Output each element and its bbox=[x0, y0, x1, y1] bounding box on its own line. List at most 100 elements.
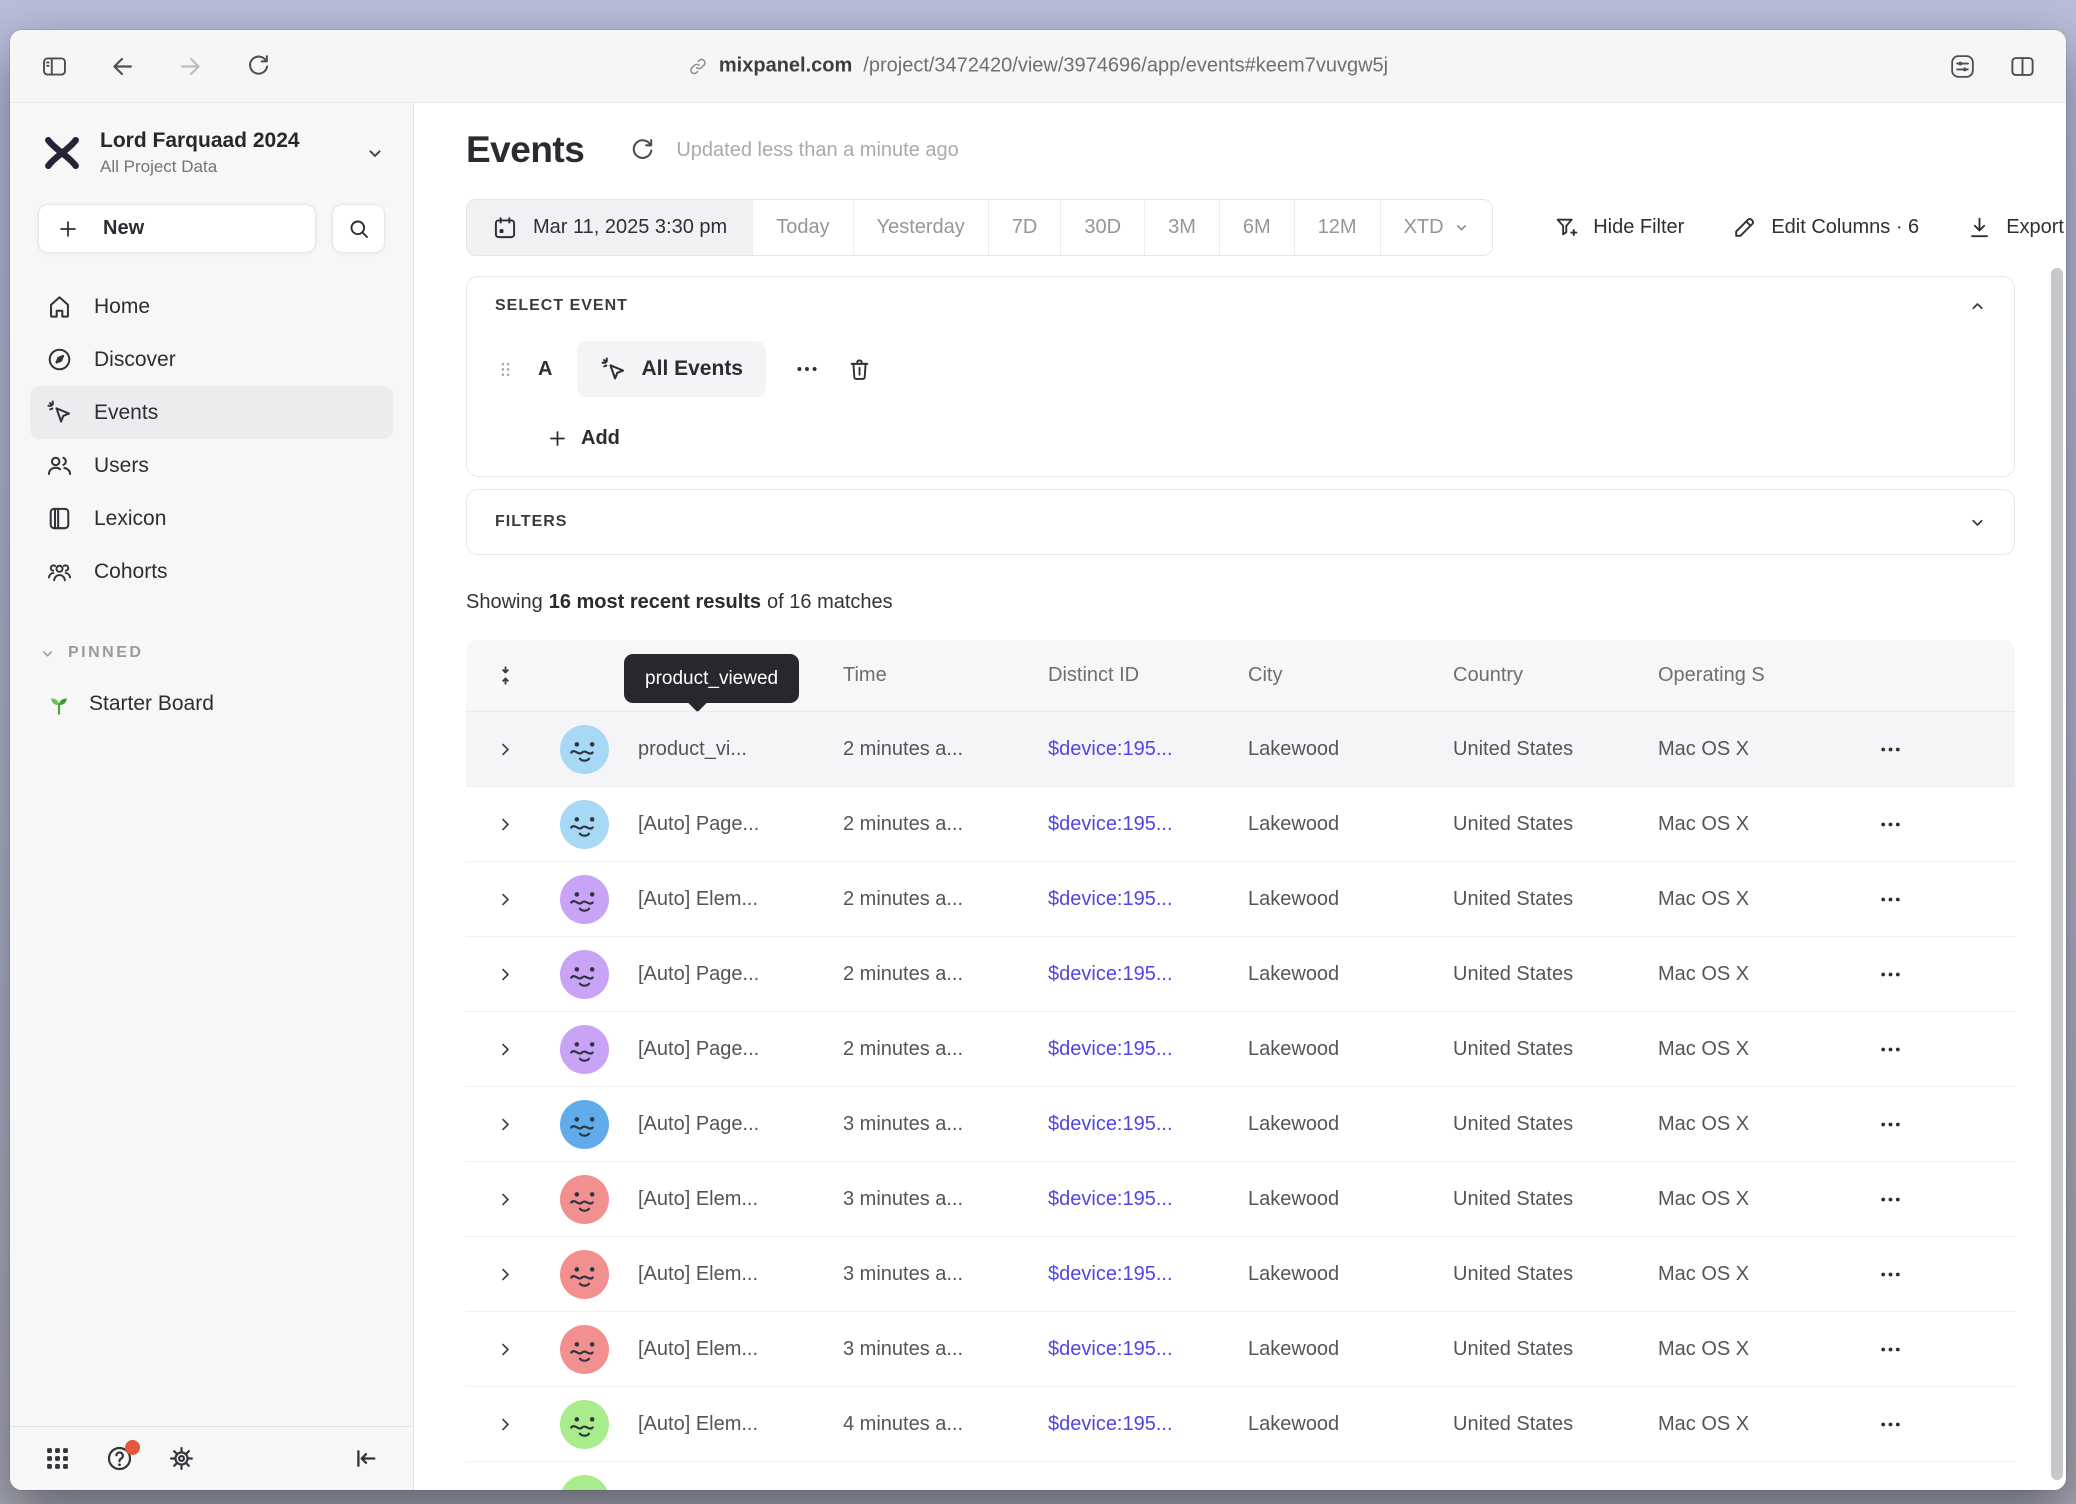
export-button[interactable]: Export bbox=[1967, 215, 2064, 240]
settings-button[interactable] bbox=[164, 1442, 198, 1476]
cell-distinct-id-link[interactable]: $device:195... bbox=[1034, 1413, 1234, 1436]
sidebar-toggle-button[interactable] bbox=[38, 50, 70, 82]
range-today[interactable]: Today bbox=[753, 200, 853, 255]
search-button[interactable] bbox=[332, 204, 385, 253]
table-row[interactable]: [Auto] Elem... 3 minutes a... $device:19… bbox=[466, 1312, 2015, 1387]
range-yesterday[interactable]: Yesterday bbox=[854, 200, 989, 255]
row-expander[interactable] bbox=[466, 816, 544, 833]
sidebar-item-starter-board[interactable]: Starter Board bbox=[30, 678, 393, 730]
cell-os: Mac OS X bbox=[1644, 1038, 1849, 1061]
column-header-os[interactable]: Operating S bbox=[1644, 664, 1849, 687]
row-more-button[interactable] bbox=[1875, 1034, 1905, 1064]
table-row[interactable]: [Auto] Page... 2 minutes a... $device:19… bbox=[466, 937, 2015, 1012]
hide-filter-button[interactable]: Hide Filter bbox=[1554, 215, 1684, 240]
row-expander[interactable] bbox=[466, 741, 544, 758]
drag-handle-icon[interactable] bbox=[495, 359, 516, 380]
row-expander[interactable] bbox=[466, 891, 544, 908]
event-delete-button[interactable] bbox=[844, 354, 874, 384]
row-more-button[interactable] bbox=[1875, 809, 1905, 839]
project-switcher[interactable]: Lord Farquaad 2024 All Project Data bbox=[10, 103, 413, 177]
row-expander[interactable] bbox=[466, 1041, 544, 1058]
row-expander[interactable] bbox=[466, 966, 544, 983]
column-header-country[interactable]: Country bbox=[1439, 664, 1644, 687]
row-more-button[interactable] bbox=[1875, 1184, 1905, 1214]
row-more-button[interactable] bbox=[1875, 884, 1905, 914]
row-more-button[interactable] bbox=[1875, 959, 1905, 989]
range-12m[interactable]: 12M bbox=[1295, 200, 1381, 255]
table-row[interactable]: [Auto] Elem... 4 minutes a... $device:19… bbox=[466, 1387, 2015, 1462]
range-xtd[interactable]: XTD bbox=[1381, 200, 1492, 255]
cell-distinct-id-link[interactable]: $device:195... bbox=[1034, 1188, 1234, 1211]
row-more-button[interactable] bbox=[1875, 1259, 1905, 1289]
range-7d[interactable]: 7D bbox=[989, 200, 1062, 255]
table-row[interactable] bbox=[466, 1462, 2015, 1490]
row-expander[interactable] bbox=[466, 1191, 544, 1208]
sidebar-item-events[interactable]: Events bbox=[30, 386, 393, 439]
row-more-button[interactable] bbox=[1875, 1409, 1905, 1439]
sidebar-item-users[interactable]: Users bbox=[30, 439, 393, 492]
plus-icon bbox=[57, 218, 79, 240]
table-row[interactable]: [Auto] Elem... 3 minutes a... $device:19… bbox=[466, 1162, 2015, 1237]
help-button[interactable] bbox=[102, 1442, 136, 1476]
cell-distinct-id-link[interactable]: $device:195... bbox=[1034, 888, 1234, 911]
table-row[interactable]: [Auto] Page... 3 minutes a... $device:19… bbox=[466, 1087, 2015, 1162]
collapse-rows-header[interactable] bbox=[466, 664, 544, 687]
add-event-button[interactable]: Add bbox=[547, 427, 620, 450]
event-more-button[interactable] bbox=[792, 354, 822, 384]
new-button[interactable]: New bbox=[38, 204, 316, 253]
select-event-header[interactable]: SELECT EVENT bbox=[495, 297, 1986, 315]
column-header-time[interactable]: Time bbox=[829, 664, 1034, 687]
cell-country: United States bbox=[1439, 1338, 1644, 1361]
apps-grid-button[interactable] bbox=[40, 1442, 74, 1476]
cell-distinct-id-link[interactable]: $device:195... bbox=[1034, 738, 1234, 761]
row-more-button[interactable] bbox=[1875, 1109, 1905, 1139]
table-row[interactable]: [Auto] Elem... 3 minutes a... $device:19… bbox=[466, 1237, 2015, 1312]
range-6m[interactable]: 6M bbox=[1220, 200, 1295, 255]
row-expander[interactable] bbox=[466, 1266, 544, 1283]
table-row[interactable]: [Auto] Page... 2 minutes a... $device:19… bbox=[466, 1012, 2015, 1087]
cell-distinct-id-link[interactable]: $device:195... bbox=[1034, 963, 1234, 986]
row-expander[interactable] bbox=[466, 1341, 544, 1358]
reload-button[interactable] bbox=[242, 50, 274, 82]
range-3m[interactable]: 3M bbox=[1145, 200, 1220, 255]
edit-columns-button[interactable]: Edit Columns · 6 bbox=[1732, 215, 1919, 240]
table-row[interactable]: product_vi... 2 minutes a... $device:195… bbox=[466, 712, 2015, 787]
split-view-button[interactable] bbox=[2006, 50, 2038, 82]
row-more-button[interactable] bbox=[1875, 1484, 1905, 1490]
cell-distinct-id-link[interactable]: $device:195... bbox=[1034, 1038, 1234, 1061]
filters-panel[interactable]: FILTERS bbox=[466, 489, 2015, 555]
back-button[interactable] bbox=[106, 50, 138, 82]
page-settings-button[interactable] bbox=[1946, 50, 1978, 82]
sidebar-item-lexicon[interactable]: Lexicon bbox=[30, 492, 393, 545]
vertical-scrollbar[interactable] bbox=[2051, 268, 2063, 1480]
search-icon bbox=[347, 217, 371, 241]
table-row[interactable]: [Auto] Elem... 2 minutes a... $device:19… bbox=[466, 862, 2015, 937]
table-row[interactable]: [Auto] Page... 2 minutes a... $device:19… bbox=[466, 787, 2015, 862]
cell-distinct-id-link[interactable]: $device:195... bbox=[1034, 1338, 1234, 1361]
sidebar-item-home[interactable]: Home bbox=[30, 280, 393, 333]
chevron-down-icon[interactable] bbox=[1969, 514, 1986, 531]
date-picker-segment[interactable]: Mar 11, 2025 3:30 pm bbox=[467, 200, 753, 255]
forward-button[interactable] bbox=[174, 50, 206, 82]
row-expander[interactable] bbox=[466, 1116, 544, 1133]
collapse-sidebar-button[interactable] bbox=[349, 1442, 383, 1476]
cell-distinct-id-link[interactable]: $device:195... bbox=[1034, 1113, 1234, 1136]
sidebar-item-discover[interactable]: Discover bbox=[30, 333, 393, 386]
row-more-button[interactable] bbox=[1875, 1334, 1905, 1364]
export-label: Export bbox=[2006, 216, 2064, 239]
chevron-up-icon[interactable] bbox=[1969, 298, 1986, 315]
column-header-distinct-id[interactable]: Distinct ID bbox=[1034, 664, 1234, 687]
pinned-section-header[interactable]: PINNED bbox=[40, 644, 413, 662]
row-expander[interactable] bbox=[466, 1416, 544, 1433]
url-domain: mixpanel.com bbox=[719, 55, 852, 78]
row-more-button[interactable] bbox=[1875, 734, 1905, 764]
cell-distinct-id-link[interactable]: $device:195... bbox=[1034, 1263, 1234, 1286]
cell-time: 3 minutes a... bbox=[829, 1263, 1034, 1286]
column-header-city[interactable]: City bbox=[1234, 664, 1439, 687]
range-30d[interactable]: 30D bbox=[1061, 200, 1145, 255]
event-selector-chip[interactable]: All Events bbox=[577, 341, 766, 397]
refresh-button[interactable] bbox=[628, 136, 657, 165]
address-bar[interactable]: mixpanel.com/project/3472420/view/397469… bbox=[688, 55, 1388, 78]
sidebar-item-cohorts[interactable]: Cohorts bbox=[30, 545, 393, 598]
cell-distinct-id-link[interactable]: $device:195... bbox=[1034, 813, 1234, 836]
